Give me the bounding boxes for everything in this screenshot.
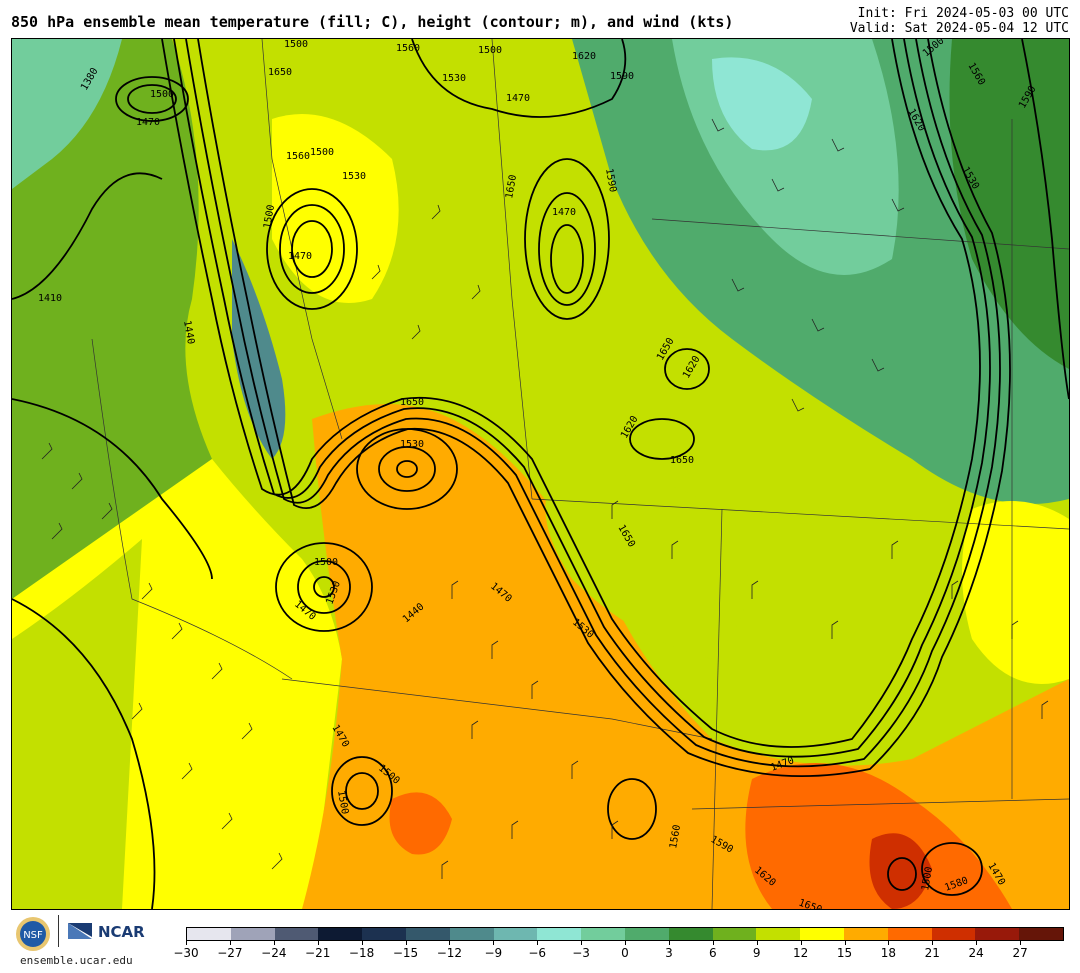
colorbar-tick-label: −15 [392, 946, 419, 960]
contour-label: 1590 [610, 71, 634, 82]
contour-label: 1500 [310, 147, 334, 158]
colorbar-tick [405, 941, 407, 945]
colorbar-segment [362, 928, 406, 940]
colorbar-segment [668, 928, 713, 940]
colorbar-tick [317, 941, 319, 945]
colorbar-tick-label: 9 [752, 946, 761, 960]
contour-label: 1560 [286, 151, 310, 162]
colorbar-tick [493, 941, 495, 945]
colorbar-tick-label: 0 [621, 946, 629, 960]
contour-label: 1620 [572, 51, 596, 62]
svg-text:NSF: NSF [23, 930, 43, 941]
colorbar-tick-label: −30 [173, 946, 199, 960]
colorbar-tick [537, 941, 539, 945]
colorbar-tick [668, 941, 670, 945]
colorbar-tick-label: 15 [836, 946, 853, 960]
colorbar-tick [186, 941, 187, 945]
colorbar-tick-label: 27 [1012, 946, 1028, 960]
colorbar-tick [229, 941, 231, 945]
colorbar-segment [537, 928, 582, 940]
colorbar-segment [449, 928, 494, 940]
colorbar-tick-label: 21 [924, 946, 940, 960]
colorbar-segment [274, 928, 319, 940]
ncar-logo-text: NCAR [98, 923, 145, 941]
colorbar-segment [187, 928, 231, 940]
colorbar-tick [712, 941, 714, 945]
colorbar-segment [230, 928, 275, 940]
logo-divider [58, 915, 59, 947]
weather-map: 1380 1500 1470 1500 1650 1560 1530 1500 … [11, 38, 1070, 910]
contour-label: 1470 [288, 251, 312, 262]
colorbar-tick-label: 12 [792, 946, 809, 960]
colorbar-tick [976, 941, 978, 945]
nsf-logo-icon: NSF [16, 917, 50, 951]
temperature-colorbar [186, 927, 1064, 941]
ncar-logo-icon [68, 923, 92, 939]
colorbar-tick-label: −6 [528, 946, 547, 960]
colorbar-tick-label: −27 [217, 946, 243, 960]
colorbar-tick-label: −24 [261, 946, 287, 960]
colorbar-segment [712, 928, 757, 940]
colorbar-ticks: −30 −27 −24 −21 −18 −15 −12 −9 −6 −3 0 3 6 9 12 15 18 21 2… [173, 941, 1064, 967]
colorbar-tick [361, 941, 363, 945]
colorbar-segment [975, 928, 1020, 940]
contour-label: 1530 [400, 439, 424, 450]
colorbar-tick [888, 941, 890, 945]
colorbar-tick-label: 6 [708, 946, 717, 960]
colorbar-segment [843, 928, 888, 940]
colorbar-tick-label: −12 [436, 946, 463, 960]
colorbar-segment [931, 928, 976, 940]
valid-time: Valid: Sat 2024-05-04 12 UTC [849, 21, 1069, 36]
contour-label: 1500 [478, 45, 502, 56]
contour-label: 1650 [268, 67, 292, 78]
contour-label: 1650 [400, 397, 424, 408]
contour-label: 1470 [506, 93, 530, 104]
colorbar-segment [405, 928, 450, 940]
colorbar-segment [581, 928, 625, 940]
colorbar-tick [273, 941, 275, 945]
chart-title: 850 hPa ensemble mean temperature (fill;… [11, 13, 734, 31]
site-url: ensemble.ucar.edu [20, 954, 133, 967]
colorbar-segment [1019, 928, 1063, 940]
colorbar-tick-label: −21 [305, 946, 331, 960]
colorbar-segment [887, 928, 932, 940]
contour-label: 1500 [150, 89, 174, 100]
colorbar-tick-label: 18 [880, 946, 897, 960]
colorbar-tick [932, 941, 934, 945]
colorbar-tick [844, 941, 846, 945]
colorbar-tick [625, 941, 626, 945]
contour-label: 1650 [670, 455, 694, 466]
colorbar-tick-label: −9 [484, 946, 503, 960]
colorbar-tick-label: −3 [572, 946, 590, 960]
contour-label: 1470 [136, 117, 160, 128]
contour-label: 1470 [552, 207, 576, 218]
colorbar-segment [800, 928, 844, 940]
colorbar-segment [756, 928, 801, 940]
contour-label: 1530 [342, 171, 366, 182]
colorbar-tick-label: 24 [968, 946, 984, 960]
colorbar-tick [449, 941, 451, 945]
contour-label: 1530 [442, 73, 466, 84]
colorbar-segment [624, 928, 669, 940]
contour-label: 1560 [396, 43, 420, 54]
contour-label: 1500 [284, 39, 308, 50]
colorbar-tick [1020, 941, 1022, 945]
colorbar-tick [800, 941, 802, 945]
map-canvas: 1380 1500 1470 1500 1650 1560 1530 1500 … [12, 39, 1069, 909]
colorbar-tick [581, 941, 583, 945]
colorbar-tick-label: −18 [348, 946, 375, 960]
colorbar-segment [493, 928, 538, 940]
colorbar-tick [756, 941, 758, 945]
colorbar-tick-label: 3 [665, 946, 673, 960]
logo-area: NSF NCAR ensemble.ucar.edu [14, 913, 164, 968]
colorbar-segment [318, 928, 363, 940]
contour-label: 1500 [314, 557, 338, 568]
init-time: Init: Fri 2024-05-03 00 UTC [857, 6, 1069, 21]
contour-label: 1410 [38, 293, 62, 304]
